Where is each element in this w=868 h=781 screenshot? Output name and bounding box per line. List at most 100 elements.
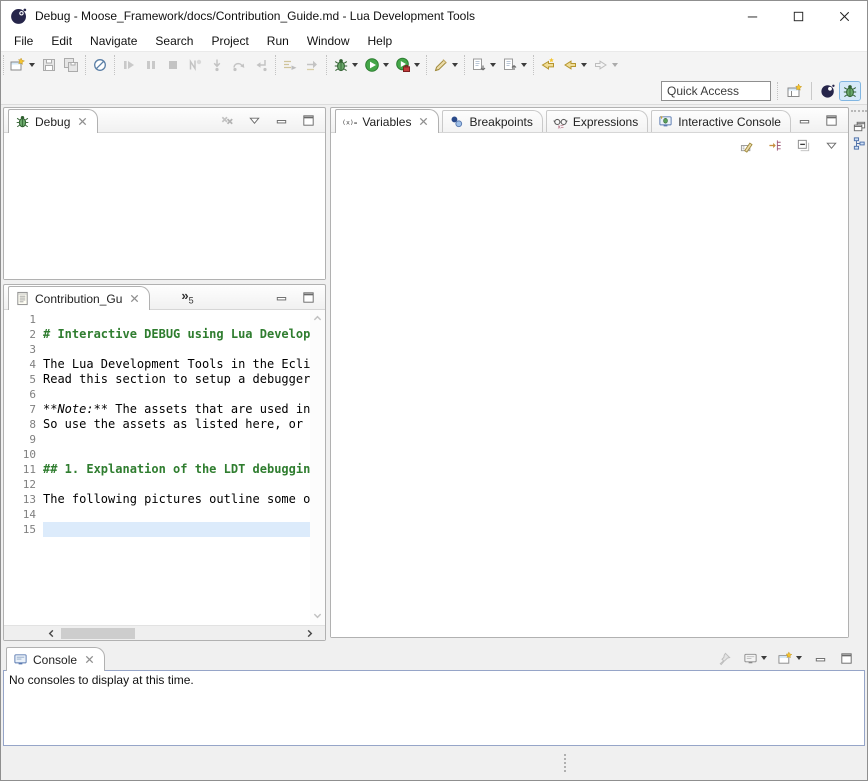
code-line[interactable]: The following pictures outline some o: [43, 492, 310, 507]
editor-vertical-scrollbar[interactable]: [310, 310, 325, 625]
debug-perspective-button[interactable]: [840, 82, 860, 100]
close-icon[interactable]: [418, 116, 429, 127]
collapse-all-button[interactable]: [794, 137, 813, 154]
previous-annotation-button[interactable]: [500, 56, 529, 74]
console-icon: [13, 652, 28, 667]
code-line[interactable]: [43, 312, 310, 327]
minimize-button[interactable]: [811, 650, 830, 667]
view-menu-button[interactable]: [245, 112, 264, 129]
dropdown-arrow-icon[interactable]: [29, 63, 35, 67]
tab-variables[interactable]: (x)=Variables: [335, 109, 439, 133]
show-type-names-button[interactable]: [738, 137, 757, 154]
disconnect-button: [185, 56, 205, 74]
tab-interactive-console[interactable]: Interactive Console: [651, 110, 791, 132]
restore-minimized-view-button[interactable]: [850, 118, 868, 135]
tab-label: Variables: [362, 115, 411, 129]
menu-search[interactable]: Search: [146, 32, 202, 50]
maximize-button[interactable]: [822, 112, 841, 129]
menu-edit[interactable]: Edit: [42, 32, 81, 50]
tab-console[interactable]: Console: [6, 647, 105, 671]
outline-view-button[interactable]: [850, 135, 868, 152]
scroll-left-icon[interactable]: [44, 629, 59, 638]
dropdown-arrow-icon[interactable]: [521, 63, 527, 67]
scrollbar-thumb[interactable]: [61, 628, 135, 639]
window-maximize-button[interactable]: [775, 1, 821, 31]
skip-all-breakpoints-button[interactable]: [90, 56, 110, 74]
tab-contribution-guide[interactable]: Contribution_Gu: [8, 286, 150, 310]
menu-navigate[interactable]: Navigate: [81, 32, 146, 50]
line-number: 5: [17, 372, 43, 387]
debug-button[interactable]: [331, 56, 360, 74]
run-external-tools-button[interactable]: [393, 56, 422, 74]
editor-horizontal-scrollbar[interactable]: [4, 625, 325, 640]
display-selected-console-button[interactable]: [741, 650, 769, 667]
dropdown-arrow-icon[interactable]: [452, 63, 458, 67]
menu-project[interactable]: Project: [202, 32, 257, 50]
code-line[interactable]: [43, 342, 310, 357]
view-menu-button[interactable]: [822, 137, 841, 154]
menu-window[interactable]: Window: [298, 32, 359, 50]
scroll-right-icon[interactable]: [302, 629, 317, 638]
window-close-button[interactable]: [821, 1, 867, 31]
close-icon[interactable]: [77, 116, 88, 127]
code-segment: The assets that are used in: [108, 402, 310, 416]
drag-handle[interactable]: [851, 110, 867, 113]
code-line[interactable]: ## 1. Explanation of the LDT debuggin: [43, 462, 310, 477]
close-icon[interactable]: [129, 293, 140, 304]
line-number: 3: [17, 342, 43, 357]
scroll-down-icon[interactable]: [313, 609, 322, 623]
open-perspective-button[interactable]: [785, 82, 805, 100]
last-edit-location-button[interactable]: [538, 56, 558, 74]
current-line[interactable]: [43, 522, 310, 537]
menu-run[interactable]: Run: [258, 32, 298, 50]
next-annotation-button[interactable]: [469, 56, 498, 74]
minimize-button[interactable]: [272, 112, 291, 129]
tab-expressions[interactable]: x=Expressions: [546, 110, 648, 132]
new-button[interactable]: [8, 56, 37, 74]
dropdown-arrow-icon[interactable]: [796, 656, 802, 660]
show-logical-structures-button[interactable]: [766, 137, 785, 154]
dropdown-arrow-icon[interactable]: [581, 63, 587, 67]
quick-access-input[interactable]: [661, 81, 771, 101]
minimize-button[interactable]: [272, 289, 291, 306]
status-drag-handle[interactable]: [564, 754, 566, 772]
maximize-button[interactable]: [837, 650, 856, 667]
open-console-button[interactable]: [776, 650, 804, 667]
code-line[interactable]: Read this section to setup a debugger: [43, 372, 310, 387]
dropdown-arrow-icon[interactable]: [761, 656, 767, 660]
dropdown-arrow-icon[interactable]: [490, 63, 496, 67]
tab-breakpoints[interactable]: Breakpoints: [442, 110, 542, 132]
maximize-button[interactable]: [299, 112, 318, 129]
close-icon[interactable]: [84, 654, 95, 665]
dropdown-arrow-icon[interactable]: [383, 63, 389, 67]
minimize-view-icon: [274, 113, 289, 128]
code-line[interactable]: The Lua Development Tools in the Ecli: [43, 357, 310, 372]
dropdown-arrow-icon[interactable]: [414, 63, 420, 67]
open-console-icon: [778, 651, 793, 666]
code-line[interactable]: [43, 447, 310, 462]
maximize-button[interactable]: [299, 289, 318, 306]
dropdown-arrow-icon[interactable]: [352, 63, 358, 67]
code-line[interactable]: **Note:** The assets that are used in: [43, 402, 310, 417]
code-line[interactable]: [43, 387, 310, 402]
menu-help[interactable]: Help: [359, 32, 402, 50]
open-task-button[interactable]: [431, 56, 460, 74]
save-icon: [41, 57, 57, 73]
code-line[interactable]: # Interactive DEBUG using Lua Develop: [43, 327, 310, 342]
code-line[interactable]: So use the assets as listed here, or: [43, 417, 310, 432]
editor-text-area[interactable]: 12# Interactive DEBUG using Lua Develop3…: [4, 310, 310, 625]
lua-perspective-button[interactable]: [818, 82, 838, 100]
minimize-button[interactable]: [795, 112, 814, 129]
code-line[interactable]: [43, 477, 310, 492]
menu-file[interactable]: File: [5, 32, 42, 50]
run-button[interactable]: [362, 56, 391, 74]
dropdown-arrow-icon[interactable]: [612, 63, 618, 67]
code-line[interactable]: [43, 507, 310, 522]
line-number: 8: [17, 417, 43, 432]
code-line[interactable]: [43, 432, 310, 447]
back-button[interactable]: [560, 56, 589, 74]
window-minimize-button[interactable]: [729, 1, 775, 31]
scroll-up-icon[interactable]: [313, 312, 322, 326]
tab-debug[interactable]: Debug: [8, 109, 98, 133]
editor-overflow-chevron[interactable]: »5: [181, 288, 193, 306]
